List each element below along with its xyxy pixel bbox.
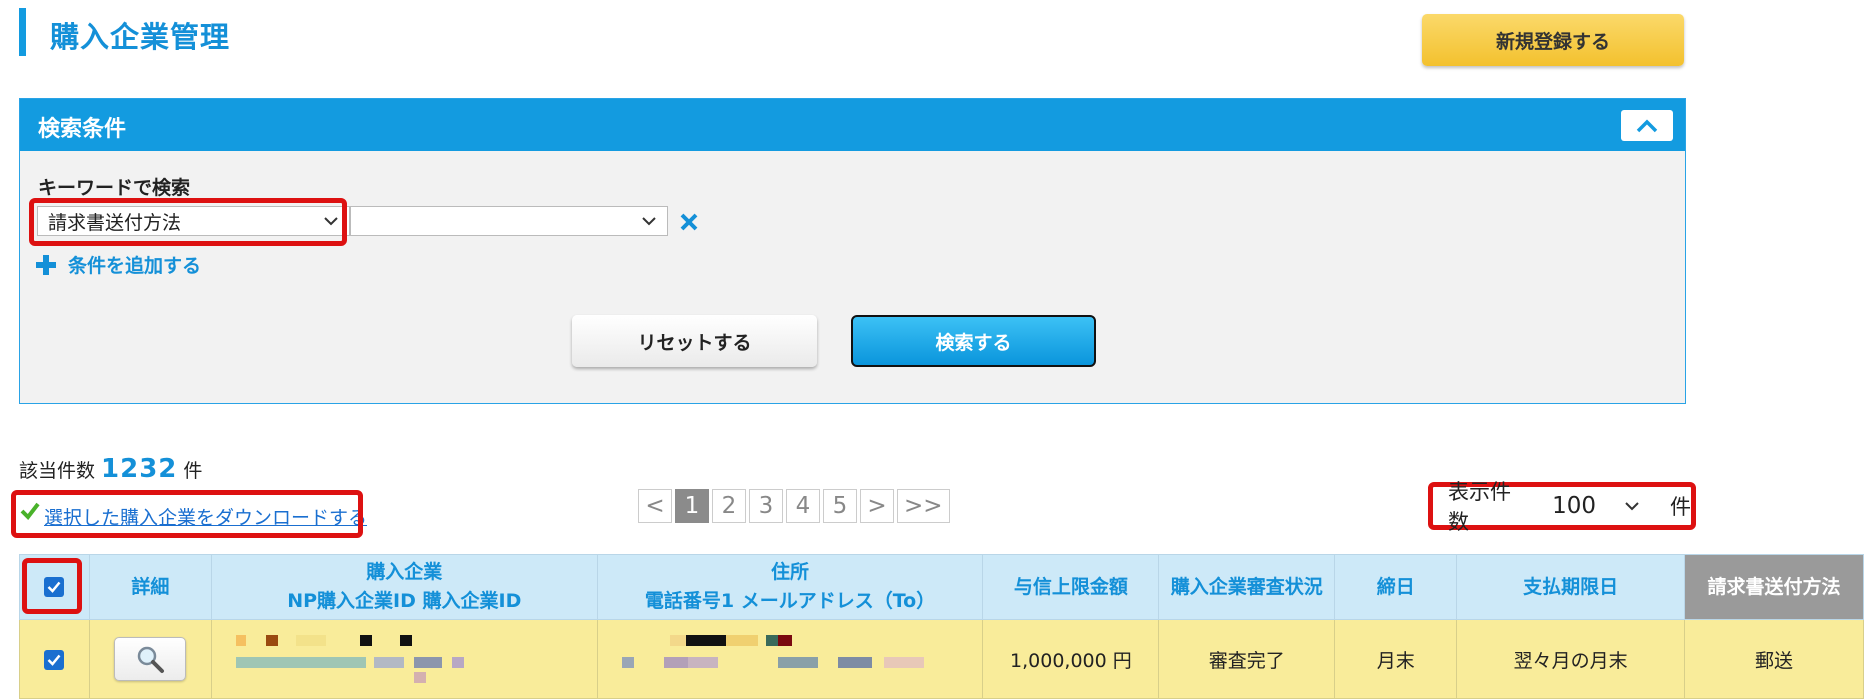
header-address-line1: 住所 <box>771 561 810 583</box>
per-page-value: 100 <box>1552 493 1596 519</box>
reset-button[interactable]: リセットする <box>572 315 817 367</box>
page-button-3[interactable]: 3 <box>749 489 783 523</box>
per-page-control: 表示件数 100 件 <box>1428 480 1696 534</box>
row-detail-cell <box>88 619 212 699</box>
page-button-5[interactable]: 5 <box>823 489 857 523</box>
page-button-2[interactable]: 2 <box>712 489 746 523</box>
header-payment-due: 支払期限日 <box>1456 554 1686 620</box>
row-closing-date: 月末 <box>1334 619 1458 699</box>
page-button-1[interactable]: 1 <box>675 489 709 523</box>
header-address-line2: 電話番号1 メールアドレス（To） <box>644 590 936 612</box>
company-table: 詳細 購入企業 NP購入企業ID 購入企業ID 住所 電話番号1 メールアドレス… <box>19 554 1864 699</box>
table-header-row: 詳細 購入企業 NP購入企業ID 購入企業ID 住所 電話番号1 メールアドレス… <box>19 554 1864 620</box>
row-address-cell <box>596 619 984 699</box>
header-company-line1: 購入企業 <box>366 561 443 583</box>
row-payment-due: 翌々月の月末 <box>1456 619 1686 699</box>
keyword-search-label: キーワードで検索 <box>38 177 191 199</box>
redacted-address-info <box>598 627 983 691</box>
header-closing-date: 締日 <box>1334 554 1458 620</box>
chevron-down-icon <box>1625 502 1639 511</box>
highlight-box-download <box>11 490 363 538</box>
redacted-company-info <box>212 627 597 691</box>
last-page-button[interactable]: >> <box>897 489 950 523</box>
page-title: 購入企業管理 <box>50 20 231 54</box>
remove-condition-icon[interactable] <box>679 212 699 236</box>
title-accent-bar <box>19 8 26 56</box>
search-panel-title: 検索条件 <box>38 117 127 142</box>
per-page-select[interactable]: 100 <box>1552 493 1640 519</box>
add-condition-label: 条件を追加する <box>68 255 202 277</box>
row-invoice-method: 郵送 <box>1684 619 1864 699</box>
magnifier-icon <box>138 646 165 673</box>
header-credit-limit: 与信上限金額 <box>982 554 1160 620</box>
highlight-box-select-all <box>22 558 82 614</box>
table-row[interactable]: 1,000,000 円 審査完了 月末 翌々月の月末 郵送 <box>19 619 1864 699</box>
highlight-box-field-select <box>29 198 347 246</box>
result-count-number: 1232 <box>101 454 178 484</box>
collapse-button[interactable] <box>1621 110 1673 141</box>
search-button[interactable]: 検索する <box>851 315 1096 367</box>
detail-button[interactable] <box>114 637 187 681</box>
row-company-cell <box>210 619 598 699</box>
header-address: 住所 電話番号1 メールアドレス（To） <box>596 554 984 620</box>
prev-page-button[interactable]: < <box>638 489 672 523</box>
search-panel-header: 検索条件 <box>20 99 1685 151</box>
page-button-4[interactable]: 4 <box>786 489 820 523</box>
add-condition-link[interactable]: 条件を追加する <box>36 251 201 278</box>
header-invoice-method: 請求書送付方法 <box>1684 554 1864 620</box>
row-review-status: 審査完了 <box>1158 619 1336 699</box>
next-page-button[interactable]: > <box>860 489 894 523</box>
search-panel: 検索条件 キーワードで検索 請求書送付方法 条件を追加する リセットする 検索す… <box>19 98 1686 404</box>
result-count: 該当件数 1232 件 <box>19 454 202 484</box>
check-icon <box>48 654 61 666</box>
per-page-label: 表示件数 <box>1448 480 1511 534</box>
result-count-label: 該当件数 <box>19 460 96 482</box>
chevron-down-icon <box>642 217 656 226</box>
header-company: 購入企業 NP購入企業ID 購入企業ID <box>210 554 598 620</box>
header-company-line2: NP購入企業ID 購入企業ID <box>287 590 522 612</box>
per-page-unit: 件 <box>1670 495 1691 519</box>
pagination: < 1 2 3 4 5 > >> <box>638 489 950 523</box>
search-value-select[interactable] <box>350 206 668 236</box>
result-count-unit: 件 <box>183 460 203 482</box>
new-registration-button[interactable]: 新規登録する <box>1422 14 1684 66</box>
row-checkbox[interactable] <box>44 649 65 670</box>
row-credit-limit: 1,000,000 円 <box>982 619 1160 699</box>
plus-icon <box>36 254 56 275</box>
header-detail: 詳細 <box>88 554 212 620</box>
chevron-up-icon <box>1636 119 1658 132</box>
header-review-status: 購入企業審査状況 <box>1158 554 1336 620</box>
row-select-cell <box>19 619 90 699</box>
